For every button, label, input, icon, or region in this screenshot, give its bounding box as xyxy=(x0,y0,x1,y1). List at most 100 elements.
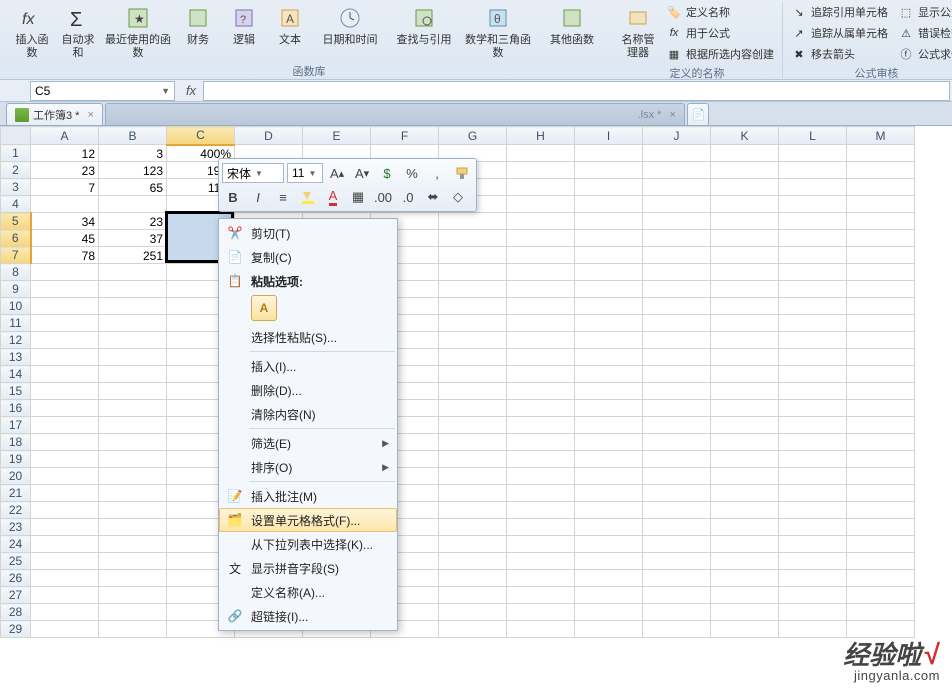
cell-B14[interactable] xyxy=(99,366,167,383)
cell-M15[interactable] xyxy=(847,383,915,400)
shrink-font-button[interactable]: A▾ xyxy=(351,162,373,184)
cell-K20[interactable] xyxy=(711,468,779,485)
decrease-decimal-button[interactable]: .0 xyxy=(397,186,419,208)
cell-M16[interactable] xyxy=(847,400,915,417)
cell-K13[interactable] xyxy=(711,349,779,366)
cell-J8[interactable] xyxy=(643,264,711,281)
cell-A29[interactable] xyxy=(31,621,99,638)
formula-input[interactable] xyxy=(203,81,950,101)
cell-B24[interactable] xyxy=(99,536,167,553)
cell-A18[interactable] xyxy=(31,434,99,451)
cell-I24[interactable] xyxy=(575,536,643,553)
cell-B20[interactable] xyxy=(99,468,167,485)
col-header-E[interactable]: E xyxy=(303,127,371,145)
chevron-down-icon[interactable]: ▼ xyxy=(161,86,170,96)
cell-G24[interactable] xyxy=(439,536,507,553)
cell-K22[interactable] xyxy=(711,502,779,519)
cell-A8[interactable] xyxy=(31,264,99,281)
other-functions-button[interactable]: 其他函数 xyxy=(536,2,608,62)
create-from-selection-button[interactable]: ▦根据所选内容创建 xyxy=(662,44,778,64)
cell-M5[interactable] xyxy=(847,213,915,230)
cell-I7[interactable] xyxy=(575,247,643,264)
row-header-4[interactable]: 4 xyxy=(1,196,31,213)
cell-A10[interactable] xyxy=(31,298,99,315)
ctx-show-phonetic[interactable]: 文显示拼音字段(S) xyxy=(219,556,397,580)
row-header-16[interactable]: 16 xyxy=(1,400,31,417)
cell-L7[interactable] xyxy=(779,247,847,264)
cell-L1[interactable] xyxy=(779,145,847,162)
tab-other[interactable]: .lsx * × xyxy=(105,103,685,125)
ctx-sort[interactable]: 排序(O)▶ xyxy=(219,455,397,479)
cell-J17[interactable] xyxy=(643,417,711,434)
cell-I11[interactable] xyxy=(575,315,643,332)
cell-G14[interactable] xyxy=(439,366,507,383)
cell-B19[interactable] xyxy=(99,451,167,468)
cell-B22[interactable] xyxy=(99,502,167,519)
cell-M2[interactable] xyxy=(847,162,915,179)
cell-H15[interactable] xyxy=(507,383,575,400)
cell-B6[interactable]: 37 xyxy=(99,230,167,247)
cell-A14[interactable] xyxy=(31,366,99,383)
cell-G19[interactable] xyxy=(439,451,507,468)
row-header-6[interactable]: 6 xyxy=(1,230,31,247)
cell-G21[interactable] xyxy=(439,485,507,502)
row-header-3[interactable]: 3 xyxy=(1,179,31,196)
cell-K14[interactable] xyxy=(711,366,779,383)
cell-J15[interactable] xyxy=(643,383,711,400)
cell-B17[interactable] xyxy=(99,417,167,434)
cell-H7[interactable] xyxy=(507,247,575,264)
borders-button[interactable]: ▦ xyxy=(347,186,369,208)
cell-J13[interactable] xyxy=(643,349,711,366)
cell-J1[interactable] xyxy=(643,145,711,162)
evaluate-formula-button[interactable]: ⓕ公式求值 xyxy=(894,44,952,64)
cell-L13[interactable] xyxy=(779,349,847,366)
cell-M18[interactable] xyxy=(847,434,915,451)
name-manager-button[interactable]: 名称管理器 xyxy=(616,2,660,64)
row-header-13[interactable]: 13 xyxy=(1,349,31,366)
datetime-button[interactable]: 日期和时间 xyxy=(314,2,386,62)
row-header-27[interactable]: 27 xyxy=(1,587,31,604)
cell-M1[interactable] xyxy=(847,145,915,162)
cell-A12[interactable] xyxy=(31,332,99,349)
row-header-23[interactable]: 23 xyxy=(1,519,31,536)
col-header-D[interactable]: D xyxy=(235,127,303,145)
cell-G13[interactable] xyxy=(439,349,507,366)
cell-I26[interactable] xyxy=(575,570,643,587)
col-header-M[interactable]: M xyxy=(847,127,915,145)
cell-J7[interactable] xyxy=(643,247,711,264)
row-header-26[interactable]: 26 xyxy=(1,570,31,587)
cell-A24[interactable] xyxy=(31,536,99,553)
cell-J19[interactable] xyxy=(643,451,711,468)
row-header-29[interactable]: 29 xyxy=(1,621,31,638)
trace-dependents-button[interactable]: ↗追踪从属单元格 xyxy=(787,23,892,43)
cell-J3[interactable] xyxy=(643,179,711,196)
col-header-J[interactable]: J xyxy=(643,127,711,145)
cell-A25[interactable] xyxy=(31,553,99,570)
cell-L8[interactable] xyxy=(779,264,847,281)
cell-L11[interactable] xyxy=(779,315,847,332)
cell-A21[interactable] xyxy=(31,485,99,502)
row-header-10[interactable]: 10 xyxy=(1,298,31,315)
clear-format-button[interactable]: ◇ xyxy=(447,186,469,208)
comma-button[interactable]: , xyxy=(426,162,448,184)
cell-I6[interactable] xyxy=(575,230,643,247)
cell-K21[interactable] xyxy=(711,485,779,502)
cell-I21[interactable] xyxy=(575,485,643,502)
cell-B11[interactable] xyxy=(99,315,167,332)
cell-J18[interactable] xyxy=(643,434,711,451)
cell-M3[interactable] xyxy=(847,179,915,196)
cell-G11[interactable] xyxy=(439,315,507,332)
cell-B21[interactable] xyxy=(99,485,167,502)
cell-A26[interactable] xyxy=(31,570,99,587)
ctx-clear[interactable]: 清除内容(N) xyxy=(219,402,397,426)
cell-I8[interactable] xyxy=(575,264,643,281)
cell-A19[interactable] xyxy=(31,451,99,468)
cell-K1[interactable] xyxy=(711,145,779,162)
name-box[interactable]: C5 ▼ xyxy=(30,81,175,101)
cell-J9[interactable] xyxy=(643,281,711,298)
ctx-filter[interactable]: 筛选(E)▶ xyxy=(219,431,397,455)
cell-M12[interactable] xyxy=(847,332,915,349)
cell-H13[interactable] xyxy=(507,349,575,366)
percent-button[interactable]: % xyxy=(401,162,423,184)
math-button[interactable]: θ 数学和三角函数 xyxy=(462,2,534,62)
